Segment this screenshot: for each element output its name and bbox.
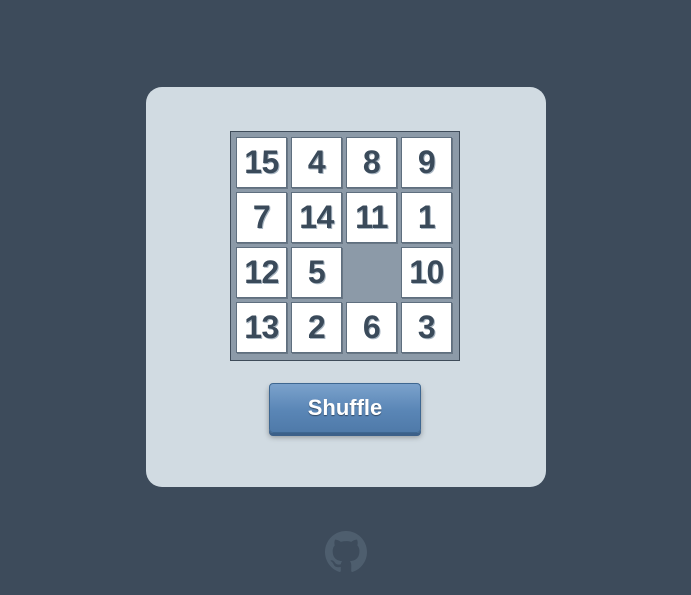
shuffle-button[interactable]: Shuffle — [269, 383, 421, 433]
tile-7[interactable]: 7 — [236, 192, 287, 243]
github-icon — [325, 531, 367, 572]
tile-12[interactable]: 12 — [236, 247, 287, 298]
tile-3[interactable]: 3 — [401, 302, 452, 353]
tile-10[interactable]: 10 — [401, 247, 452, 298]
tile-1[interactable]: 1 — [401, 192, 452, 243]
tile-5[interactable]: 5 — [291, 247, 342, 298]
tile-13[interactable]: 13 — [236, 302, 287, 353]
github-link[interactable] — [325, 531, 367, 573]
tile-11[interactable]: 11 — [346, 192, 397, 243]
tile-15[interactable]: 15 — [236, 137, 287, 188]
empty-slot — [346, 247, 397, 298]
game-card: 15 4 8 9 7 14 11 1 12 5 10 13 2 6 3 Shuffle — [146, 87, 546, 487]
tile-8[interactable]: 8 — [346, 137, 397, 188]
tile-4[interactable]: 4 — [291, 137, 342, 188]
puzzle-board: 15 4 8 9 7 14 11 1 12 5 10 13 2 6 3 — [230, 131, 460, 361]
tile-14[interactable]: 14 — [291, 192, 342, 243]
tile-2[interactable]: 2 — [291, 302, 342, 353]
tile-9[interactable]: 9 — [401, 137, 452, 188]
tile-6[interactable]: 6 — [346, 302, 397, 353]
